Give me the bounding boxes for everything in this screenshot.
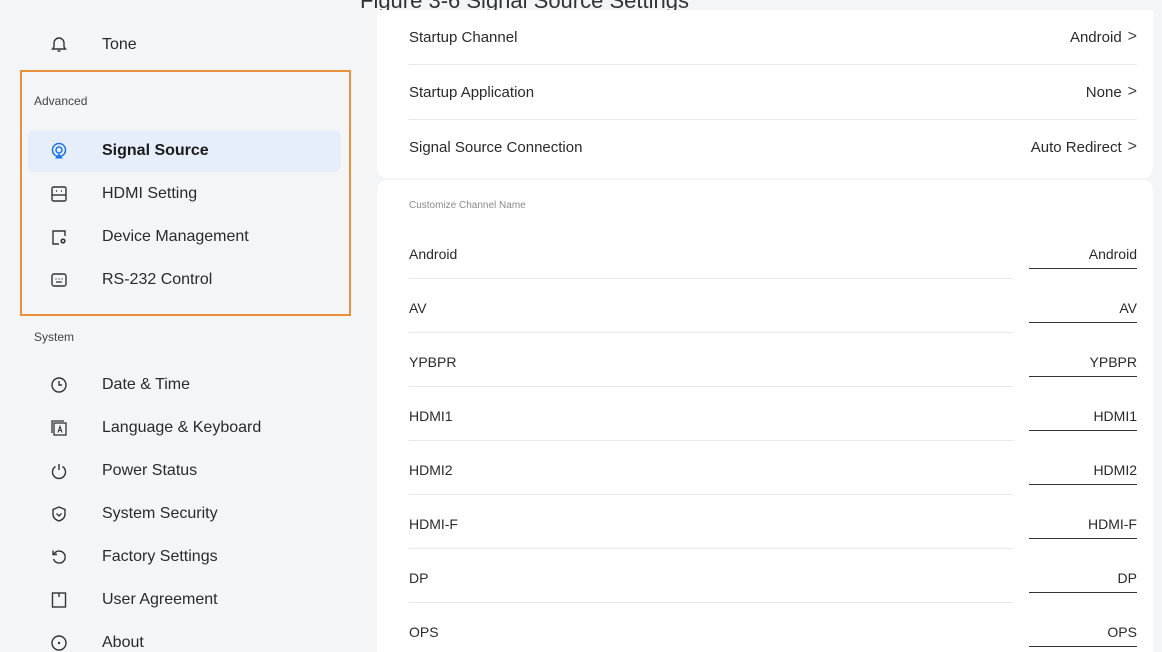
channel-row-av: AV: [409, 281, 1137, 335]
chevron-right-icon: >: [1127, 28, 1137, 45]
sidebar-item-label: RS-232 Control: [102, 271, 213, 288]
row-value: None >: [1086, 83, 1137, 101]
divider: [409, 332, 1013, 333]
signal-source-icon: [50, 142, 68, 160]
row-label: Signal Source Connection: [409, 138, 583, 156]
bell-icon: [50, 36, 68, 54]
channel-label: DP: [409, 570, 429, 586]
sidebar-item-label: Factory Settings: [102, 548, 218, 565]
divider: [409, 602, 1013, 603]
sidebar-item-label: About: [102, 634, 144, 651]
sidebar-item-hdmi-setting[interactable]: HDMI Setting: [28, 173, 341, 215]
row-value: Auto Redirect >: [1031, 138, 1137, 156]
channel-label: HDMI1: [409, 408, 453, 424]
channel-row-ypbpr: YPBPR: [409, 335, 1137, 389]
sidebar-item-device-management[interactable]: Device Management: [28, 216, 341, 258]
sidebar-item-rs232-control[interactable]: RS-232 Control: [28, 259, 341, 301]
sidebar-item-label: System Security: [102, 505, 218, 522]
row-label: Startup Channel: [409, 28, 518, 46]
sidebar-item-label: Power Status: [102, 462, 198, 479]
row-label: Startup Application: [409, 83, 535, 101]
document-icon: [50, 591, 68, 609]
channel-name-input[interactable]: [1029, 563, 1137, 593]
channel-name-input[interactable]: [1029, 293, 1137, 323]
rs232-icon: [50, 271, 68, 289]
sidebar-item-label: Signal Source: [102, 142, 209, 159]
channel-row-dp: DP: [409, 551, 1137, 605]
channel-row-android: Android: [409, 227, 1137, 281]
sidebar-item-tone[interactable]: Tone: [28, 24, 341, 66]
channel-label: Android: [409, 246, 458, 262]
channel-name-input[interactable]: [1029, 455, 1137, 485]
sidebar-item-factory-settings[interactable]: Factory Settings: [28, 536, 341, 578]
channel-name-input[interactable]: [1029, 617, 1137, 647]
channel-label: OPS: [409, 624, 439, 640]
channel-name-input[interactable]: [1029, 509, 1137, 539]
sidebar-item-label: Tone: [102, 36, 137, 53]
signal-source-connection-row[interactable]: Signal Source Connection Auto Redirect >: [409, 120, 1137, 174]
channel-row-hdmi2: HDMI2: [409, 443, 1137, 497]
customize-channel-panel: Customize Channel Name Android AV YPBPR …: [377, 180, 1153, 652]
startup-settings-panel: Startup Channel Android > Startup Applica…: [377, 10, 1153, 178]
startup-application-value: None: [1085, 83, 1122, 101]
channel-label: HDMI-F: [409, 516, 458, 532]
sidebar-item-date-time[interactable]: Date & Time: [28, 364, 341, 406]
device-management-icon: [50, 228, 68, 246]
divider: [409, 548, 1013, 549]
channel-row-hdmi1: HDMI1: [409, 389, 1137, 443]
divider: [409, 386, 1013, 387]
startup-channel-value: Android: [1069, 28, 1122, 46]
reset-icon: [50, 548, 68, 566]
sidebar-item-label: Language & Keyboard: [102, 419, 262, 436]
hdmi-icon: [50, 185, 68, 203]
power-icon: [50, 462, 68, 480]
sidebar-item-system-security[interactable]: System Security: [28, 493, 341, 535]
channel-label: AV: [409, 300, 427, 316]
sidebar: Tone Advanced Signal Source HDMI Setting…: [0, 0, 360, 652]
channel-row-ops: OPS: [409, 605, 1137, 652]
row-value: Android >: [1070, 28, 1137, 46]
channel-label: YPBPR: [409, 354, 457, 370]
divider: [409, 440, 1013, 441]
sidebar-item-user-agreement[interactable]: User Agreement: [28, 579, 341, 621]
sidebar-item-label: Device Management: [102, 228, 249, 245]
info-icon: [50, 634, 68, 652]
channel-name-input[interactable]: [1029, 239, 1137, 269]
sidebar-item-label: Date & Time: [102, 376, 191, 393]
section-label-advanced: Advanced: [34, 94, 88, 108]
divider: [409, 494, 1013, 495]
channel-name-input[interactable]: [1029, 347, 1137, 377]
channel-row-hdmi-f: HDMI-F: [409, 497, 1137, 551]
startup-application-row[interactable]: Startup Application None >: [409, 65, 1137, 119]
startup-channel-row[interactable]: Startup Channel Android >: [409, 10, 1137, 64]
sidebar-item-label: User Agreement: [102, 591, 218, 608]
shield-icon: [50, 505, 68, 523]
divider: [409, 278, 1013, 279]
chevron-right-icon: >: [1127, 138, 1137, 155]
clock-icon: [50, 376, 68, 394]
channel-name-input[interactable]: [1029, 401, 1137, 431]
channel-label: HDMI2: [409, 462, 453, 478]
sidebar-item-language-keyboard[interactable]: Language & Keyboard: [28, 407, 341, 449]
sidebar-item-label: HDMI Setting: [102, 185, 198, 202]
keyboard-icon: [50, 419, 68, 437]
sidebar-item-signal-source[interactable]: Signal Source: [28, 130, 341, 172]
sidebar-item-power-status[interactable]: Power Status: [28, 450, 341, 492]
customize-channel-title: Customize Channel Name: [409, 200, 526, 211]
signal-source-connection-value: Auto Redirect: [1030, 138, 1122, 156]
sidebar-item-about[interactable]: About: [28, 622, 341, 652]
section-label-system: System: [34, 330, 75, 344]
chevron-right-icon: >: [1127, 83, 1137, 100]
